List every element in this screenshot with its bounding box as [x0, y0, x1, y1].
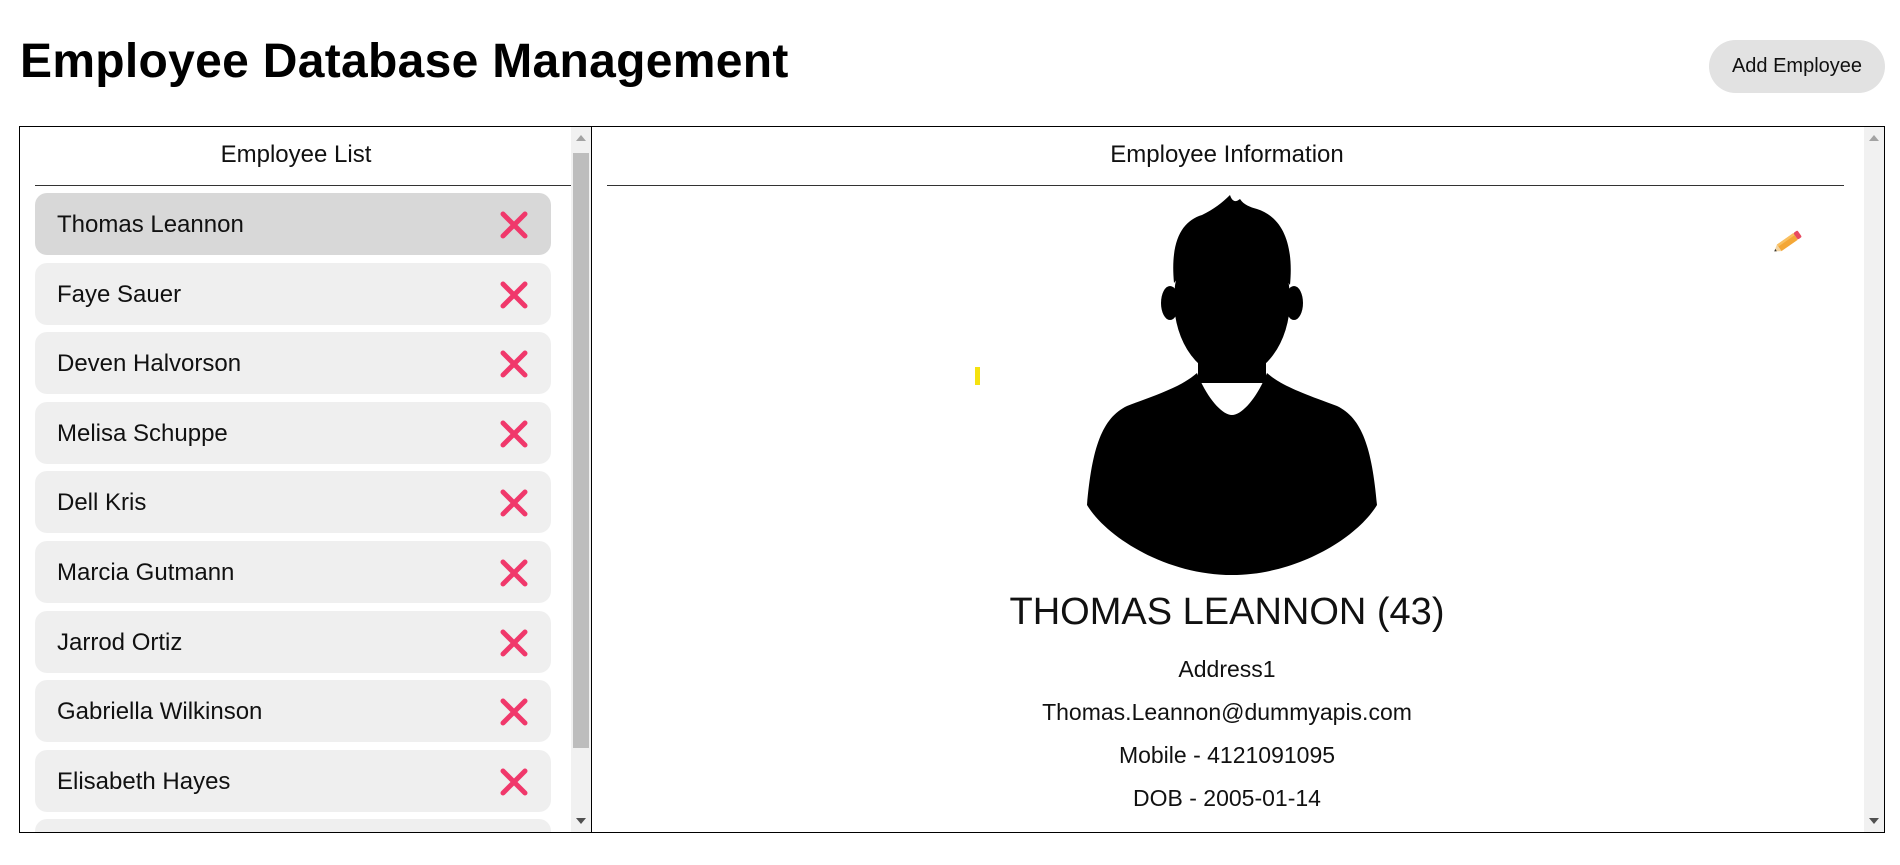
add-employee-button[interactable]: Add Employee — [1709, 40, 1885, 93]
scroll-up-arrow-icon[interactable] — [1869, 135, 1879, 141]
employee-email: Thomas.Leannon@dummyapis.com — [1042, 699, 1412, 725]
scroll-down-arrow-icon[interactable] — [576, 818, 586, 824]
employee-name: Faye Sauer — [57, 280, 182, 308]
employee-list-item[interactable] — [35, 819, 551, 832]
person-silhouette-icon — [1087, 195, 1377, 575]
employee-list-item[interactable]: Jarrod Ortiz — [35, 610, 551, 673]
employee-address: Address1 — [1178, 656, 1276, 682]
employee-list-item[interactable]: Deven Halvorson — [35, 332, 551, 395]
delete-x-icon[interactable] — [499, 628, 529, 658]
employee-list-item[interactable]: Melisa Schuppe — [35, 401, 551, 464]
employee-list-item[interactable]: Gabriella Wilkinson — [35, 680, 551, 743]
delete-x-icon[interactable] — [499, 280, 529, 310]
delete-x-icon[interactable] — [499, 419, 529, 449]
employee-name: Dell Kris — [57, 489, 147, 517]
employee-list-panel: Employee List Thomas Leannon Faye Sauer De… — [19, 126, 592, 833]
employee-name: Jarrod Ortiz — [57, 628, 183, 656]
text-cursor — [975, 367, 980, 385]
page-header: Employee Database Management Add Employe… — [20, 34, 1885, 104]
employee-list-item[interactable]: Elisabeth Hayes — [35, 749, 551, 812]
employee-list: Thomas Leannon Faye Sauer Deven Halvorson M… — [35, 193, 551, 832]
employee-name: Melisa Schuppe — [57, 419, 228, 447]
employee-list-item[interactable]: Marcia Gutmann — [35, 540, 551, 603]
employee-name: Marcia Gutmann — [57, 558, 235, 586]
employee-info-heading: Employee Information — [1110, 141, 1344, 168]
employee-mobile: Mobile - 4121091095 — [1118, 742, 1336, 768]
pencil-icon[interactable] — [1772, 224, 1806, 258]
delete-x-icon[interactable] — [499, 697, 529, 727]
employee-name: Thomas Leannon — [57, 211, 244, 238]
employee-name: Gabriella Wilkinson — [57, 698, 263, 726]
info-scrollbar[interactable] — [1864, 127, 1884, 832]
list-scrollbar[interactable] — [571, 127, 591, 832]
scroll-up-arrow-icon[interactable] — [576, 135, 586, 141]
divider — [35, 185, 571, 186]
delete-x-icon[interactable] — [499, 488, 529, 518]
employee-name-age: THOMAS LEANNON (43) — [1009, 591, 1445, 633]
employee-list-item[interactable]: Thomas Leannon — [35, 193, 551, 255]
delete-x-icon[interactable] — [499, 767, 529, 797]
page-title: Employee Database Management — [20, 35, 789, 88]
delete-x-icon[interactable] — [499, 558, 529, 588]
employee-name: Deven Halvorson — [57, 350, 242, 378]
employee-list-heading: Employee List — [220, 141, 372, 168]
scroll-thumb[interactable] — [573, 153, 589, 748]
employee-dob: DOB - 2005-01-14 — [1133, 785, 1321, 811]
delete-x-icon[interactable] — [499, 349, 529, 379]
scroll-down-arrow-icon[interactable] — [1869, 818, 1879, 824]
delete-x-icon[interactable] — [499, 210, 529, 240]
divider — [607, 185, 1844, 186]
employee-list-item[interactable]: Dell Kris — [35, 471, 551, 534]
employee-info-panel: Employee Information THOMAS LEANNON (43)… — [591, 126, 1885, 833]
employee-name: Elisabeth Hayes — [57, 767, 231, 795]
employee-list-item[interactable]: Faye Sauer — [35, 262, 551, 325]
